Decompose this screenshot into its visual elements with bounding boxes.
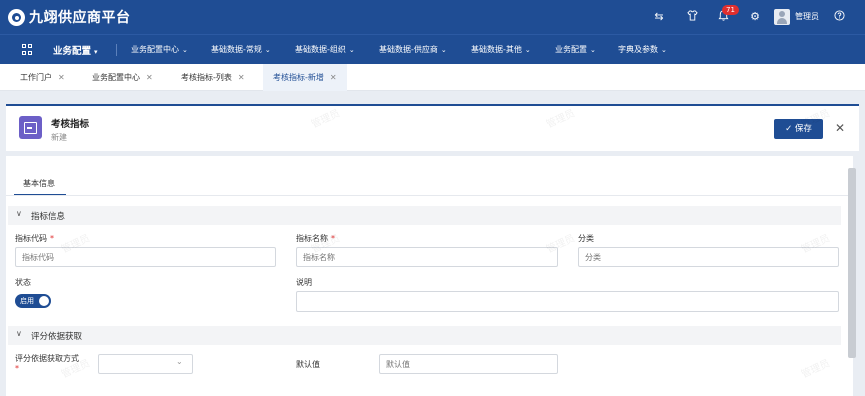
tab-config-center[interactable]: 业务配置中心 ✕ xyxy=(82,64,163,91)
scoring-method-label-text: 评分依据获取方式 xyxy=(15,354,79,363)
status-label: 状态 xyxy=(15,278,31,287)
chevron-down-icon: ∨ xyxy=(16,329,22,338)
status-toggle[interactable]: 启用 xyxy=(15,294,51,308)
nav-item-basic-general[interactable]: 基础数据-常规 ⌄ xyxy=(211,44,271,55)
close-icon[interactable]: ✕ xyxy=(58,73,65,82)
top-bar: 九翊供应商平台 ⇆ 71 ⚙ 管理员 xyxy=(0,0,865,34)
avatar[interactable] xyxy=(774,9,790,25)
nav-item-dictionary[interactable]: 字典及参数 ⌄ xyxy=(618,44,667,55)
section-title: 指标信息 xyxy=(31,212,66,222)
chevron-down-icon: ⌄ xyxy=(182,46,188,54)
nav-item-label: 基础数据-其他 xyxy=(471,45,522,54)
chevron-down-icon: ⌄ xyxy=(524,46,531,54)
required-marker: * xyxy=(331,234,335,243)
shirt-icon[interactable] xyxy=(685,10,699,25)
description-label: 说明 xyxy=(296,278,312,287)
nav-current-module[interactable]: 业务配置 ▾ xyxy=(53,43,98,57)
name-input[interactable] xyxy=(296,247,558,267)
chevron-down-icon: ⌄ xyxy=(264,46,271,54)
required-marker: * xyxy=(15,364,19,373)
calendar-icon xyxy=(19,116,42,139)
page-tabs: 工作门户 ✕ 业务配置中心 ✕ 考核指标-列表 ✕ 考核指标-新增 ✕ xyxy=(0,64,865,91)
tab-label: 考核指标-新增 xyxy=(273,73,324,82)
tab-indicator-list[interactable]: 考核指标-列表 ✕ xyxy=(171,64,255,91)
chevron-down-icon: ⌄ xyxy=(440,46,447,54)
nav-divider xyxy=(116,44,117,56)
help-icon[interactable] xyxy=(832,10,846,25)
tab-basic-info[interactable]: 基本信息 xyxy=(23,178,55,189)
code-input[interactable] xyxy=(15,247,276,267)
chevron-down-icon: ⌄ xyxy=(590,46,596,54)
nav-item-config-center[interactable]: 业务配置中心 ⌄ xyxy=(131,44,188,55)
code-label: 指标代码 * xyxy=(15,233,54,244)
form-card: 基本信息 ∨ 指标信息 指标代码* 指标名称* 分类 状态 启用 说明 ∨ 评分… xyxy=(6,156,853,396)
chevron-down-icon: ⌄ xyxy=(176,357,183,366)
code-label-text: 指标代码 xyxy=(15,234,47,243)
close-icon[interactable]: ✕ xyxy=(835,121,845,135)
nav-item-label: 字典及参数 xyxy=(618,45,658,54)
chevron-down-icon: ▾ xyxy=(94,48,98,56)
default-value-label: 默认值 xyxy=(296,360,320,369)
tab-divider xyxy=(6,195,853,196)
save-button[interactable]: ✓ 保存 xyxy=(774,119,823,139)
nav-item-basic-org[interactable]: 基础数据-组织 ⌄ xyxy=(295,44,355,55)
tab-label: 业务配置中心 xyxy=(92,73,140,82)
close-icon[interactable]: ✕ xyxy=(238,73,245,82)
app-logo[interactable]: 九翊供应商平台 xyxy=(8,7,131,27)
name-label-text: 指标名称 xyxy=(296,234,328,243)
tab-label: 工作门户 xyxy=(20,73,52,82)
nav-item-business-config[interactable]: 业务配置 ⌄ xyxy=(555,44,596,55)
save-label: 保存 xyxy=(794,124,812,134)
category-input[interactable] xyxy=(578,247,839,267)
apps-grid-icon[interactable] xyxy=(22,44,33,55)
section-scoring[interactable]: ∨ 评分依据获取 xyxy=(8,326,841,345)
tab-label: 考核指标-列表 xyxy=(181,73,232,82)
user-name[interactable]: 管理员 xyxy=(795,11,819,22)
close-icon[interactable]: ✕ xyxy=(330,73,337,82)
tab-indicator-new[interactable]: 考核指标-新增 ✕ xyxy=(263,64,347,91)
active-tab-indicator xyxy=(14,194,66,195)
chevron-down-icon: ⌄ xyxy=(348,46,355,54)
close-icon[interactable]: ✕ xyxy=(146,73,153,82)
description-textarea[interactable] xyxy=(296,291,839,312)
default-value-input[interactable] xyxy=(379,354,558,374)
section-title: 评分依据获取 xyxy=(31,332,83,342)
main-nav: 业务配置 ▾ 业务配置中心 ⌄ 基础数据-常规 ⌄ 基础数据-组织 ⌄ 基础数据-供应商… xyxy=(0,34,865,64)
nav-item-basic-other[interactable]: 基础数据-其他 ⌄ xyxy=(471,44,531,55)
status-toggle-text: 启用 xyxy=(20,297,34,305)
logo-icon xyxy=(8,8,25,26)
nav-item-label: 基础数据-常规 xyxy=(211,45,262,54)
category-label: 分类 xyxy=(578,234,594,243)
page-title: 考核指标 xyxy=(51,119,90,130)
tab-workspace[interactable]: 工作门户 ✕ xyxy=(10,64,75,91)
nav-item-label: 业务配置中心 xyxy=(131,45,179,54)
nav-current-label: 业务配置 xyxy=(53,46,92,57)
name-label: 指标名称 * xyxy=(296,233,335,244)
scoring-method-label: 评分依据获取方式 * xyxy=(15,353,79,373)
section-indicator-info[interactable]: ∨ 指标信息 xyxy=(8,206,841,225)
nav-item-label: 基础数据-供应商 xyxy=(379,45,438,54)
nav-item-basic-supplier[interactable]: 基础数据-供应商 ⌄ xyxy=(379,44,447,55)
switch-icon[interactable]: ⇆ xyxy=(652,10,666,24)
check-icon: ✓ xyxy=(785,124,793,134)
required-marker: * xyxy=(50,234,54,243)
notification-badge: 71 xyxy=(722,5,739,15)
chevron-down-icon: ∨ xyxy=(16,209,22,218)
app-title: 九翊供应商平台 xyxy=(29,10,131,26)
chevron-down-icon: ⌄ xyxy=(661,46,667,54)
scrollbar[interactable] xyxy=(848,168,856,358)
nav-item-label: 业务配置 xyxy=(555,45,587,54)
gear-icon[interactable]: ⚙ xyxy=(748,10,762,24)
nav-item-label: 基础数据-组织 xyxy=(295,45,346,54)
toggle-knob xyxy=(39,296,49,306)
page-header: 考核指标 新建 ✓ 保存 ✕ xyxy=(6,104,859,151)
page-subtitle: 新建 xyxy=(51,133,67,142)
